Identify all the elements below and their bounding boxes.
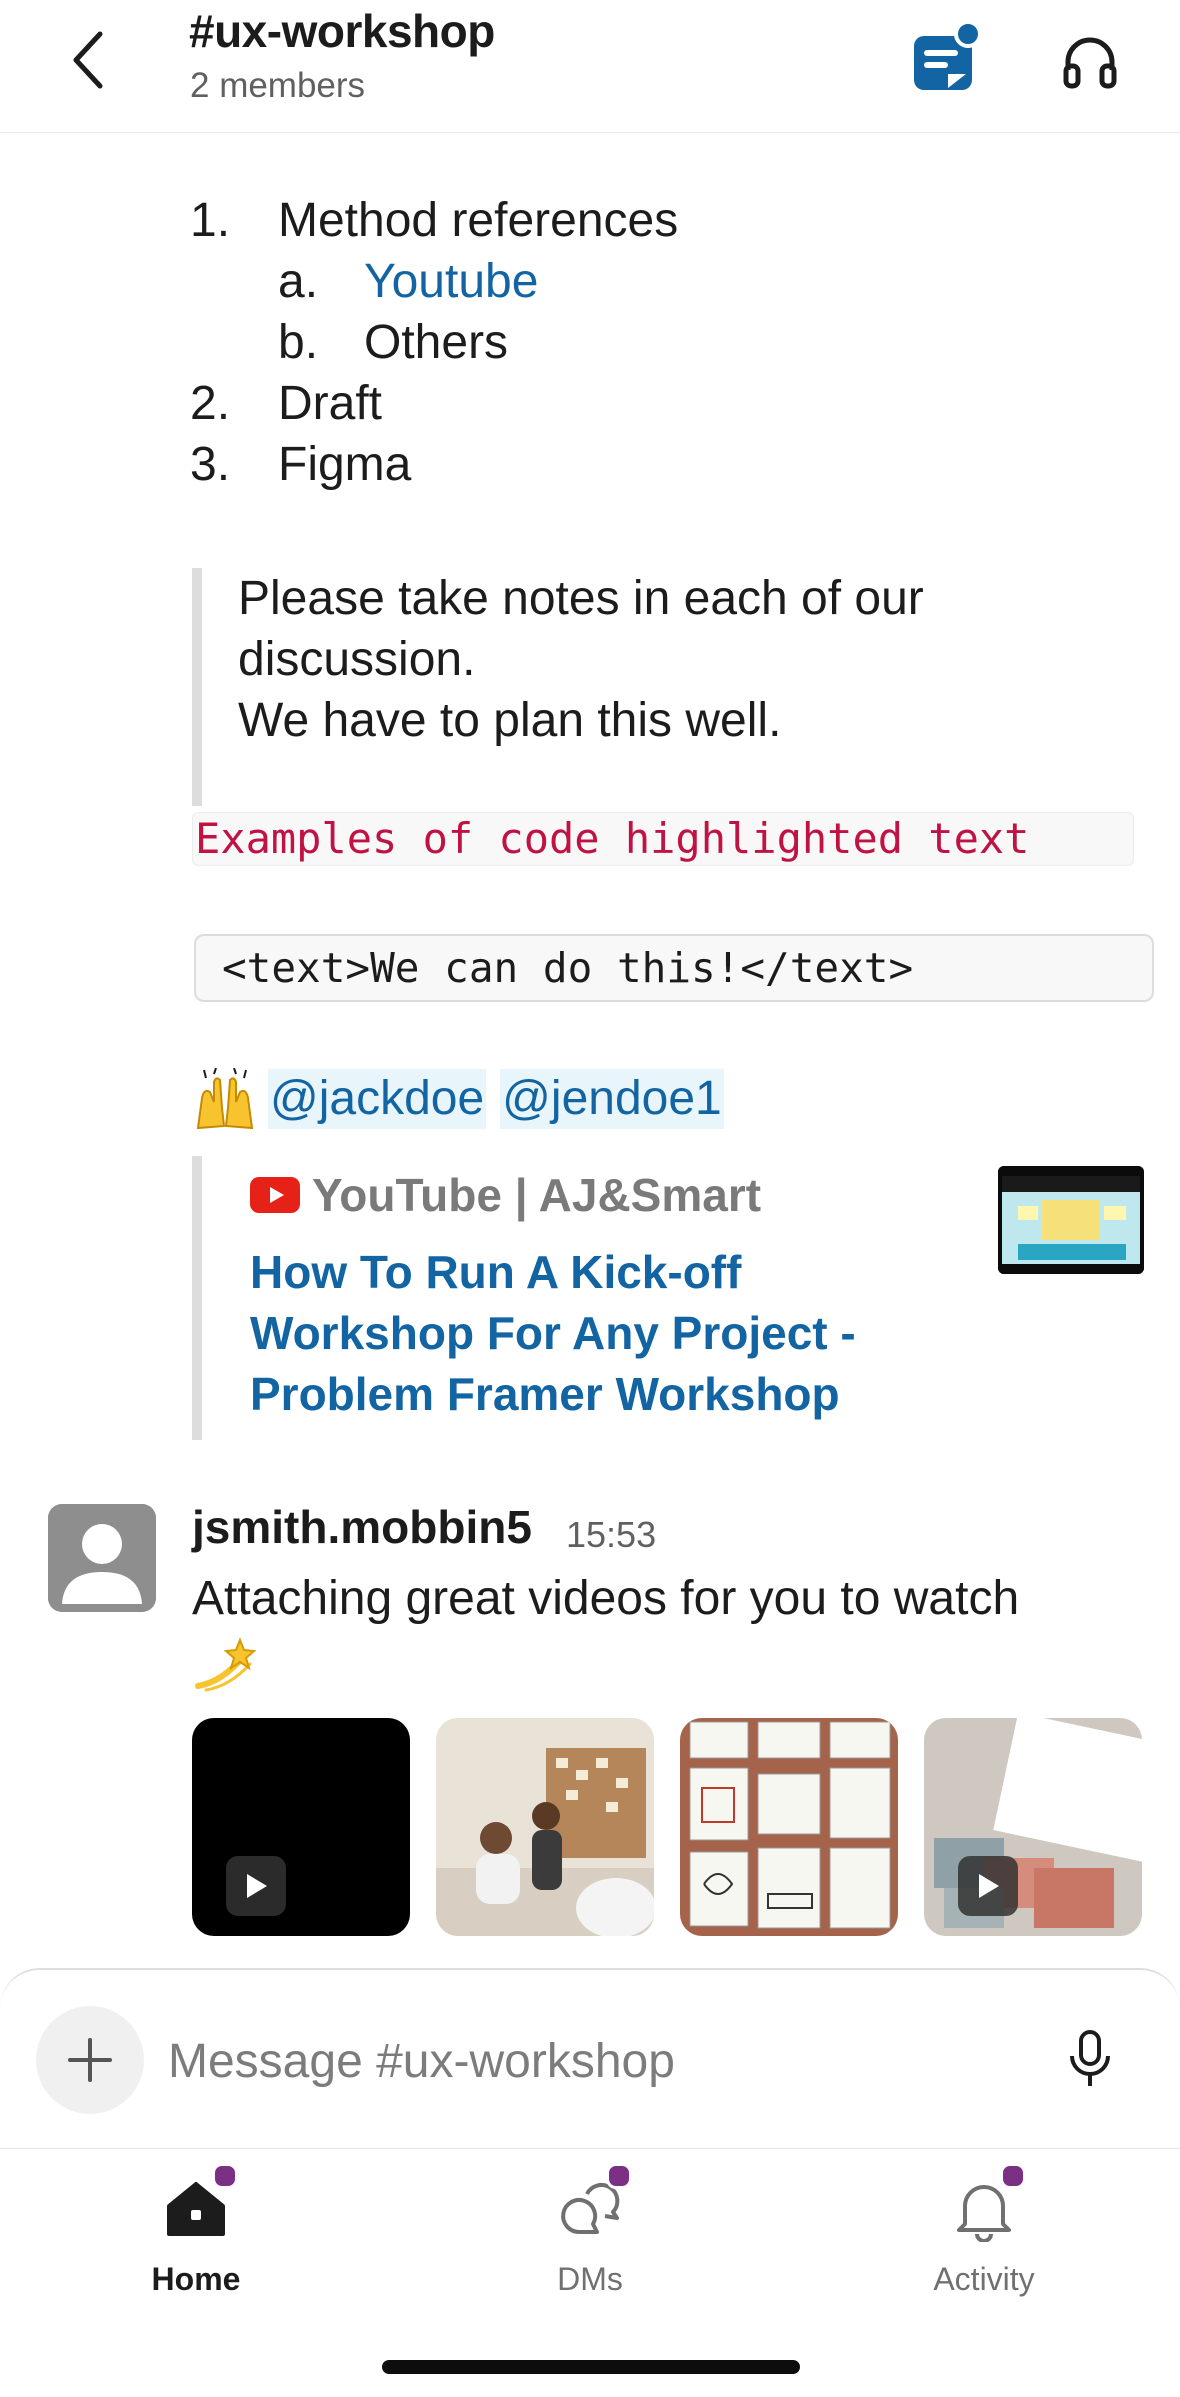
quote-line: We have to plan this well. xyxy=(238,694,782,747)
message-text: Attaching great videos for you to watch xyxy=(192,1572,1020,1625)
tab-home-label: Home xyxy=(151,2261,241,2297)
play-icon[interactable] xyxy=(958,1856,1018,1916)
video-thumbnail-image xyxy=(998,1166,1144,1274)
play-icon[interactable] xyxy=(226,1856,286,1916)
code-block: <text>We can do this!</text> xyxy=(194,934,1154,1002)
avatar[interactable] xyxy=(48,1504,156,1612)
channel-header: #ux-workshop 2 members xyxy=(0,0,1180,133)
home-indicator[interactable] xyxy=(382,2360,800,2374)
image-attachment[interactable] xyxy=(436,1718,654,1936)
image-attachment[interactable] xyxy=(680,1718,898,1936)
unfurl-source-label: YouTube | AJ&Smart xyxy=(312,1169,762,1221)
youtube-icon xyxy=(250,1177,300,1213)
message-timestamp: 15:53 xyxy=(566,1514,657,1555)
raised-hands-emoji-icon xyxy=(196,1068,254,1130)
unfurl-source: YouTube | AJ&Smart xyxy=(250,1168,761,1222)
unfurl-title[interactable]: How To Run A Kick-off Workshop For Any P… xyxy=(250,1242,930,1425)
video-attachment[interactable] xyxy=(192,1718,410,1936)
tab-home[interactable]: Home xyxy=(66,2163,326,2339)
quote-line: Please take notes in each of our xyxy=(238,572,924,625)
user-mention[interactable]: @jackdoe xyxy=(268,1069,487,1129)
office-photo-image xyxy=(436,1718,654,1936)
blockquote: Please take notes in each of our discuss… xyxy=(192,568,1180,806)
dizzy-emoji-icon xyxy=(195,1637,257,1692)
huddle-button[interactable] xyxy=(1050,22,1130,102)
inline-code: Examples of code highlighted text xyxy=(192,812,1134,866)
unread-badge xyxy=(1000,2163,1026,2189)
link-unfurl[interactable]: YouTube | AJ&Smart How To Run A Kick-off… xyxy=(192,1156,1144,1440)
video-attachment[interactable] xyxy=(924,1718,1142,1936)
mention-row: @jackdoe @jendoe1 xyxy=(192,1066,738,1132)
headphones-icon xyxy=(1063,37,1117,89)
swatches-image xyxy=(924,1718,1142,1936)
tab-activity-label: Activity xyxy=(933,2261,1035,2297)
message-input[interactable] xyxy=(166,2020,1010,2102)
plus-icon xyxy=(68,2038,112,2082)
voice-message-button[interactable] xyxy=(1060,2022,1120,2098)
tab-activity[interactable]: Activity xyxy=(854,2163,1114,2339)
back-button[interactable] xyxy=(52,20,124,100)
chevron-left-icon xyxy=(73,31,103,89)
add-attachment-button[interactable] xyxy=(36,2006,144,2114)
message-author[interactable]: jsmith.mobbin5 xyxy=(192,1500,532,1554)
microphone-icon xyxy=(1070,2030,1110,2086)
channel-title[interactable]: #ux-workshop xyxy=(189,4,495,58)
canvas-icon xyxy=(914,20,982,90)
unread-badge xyxy=(212,2163,238,2189)
message-composer xyxy=(0,1968,1180,2150)
youtube-link[interactable]: Youtube xyxy=(364,251,538,312)
unread-badge xyxy=(606,2163,632,2189)
user-mention[interactable]: @jendoe1 xyxy=(500,1069,724,1129)
tab-dms[interactable]: DMs xyxy=(460,2163,720,2339)
sticky-notes-image xyxy=(680,1718,898,1936)
member-count[interactable]: 2 members xyxy=(190,66,365,106)
canvas-button[interactable] xyxy=(900,20,990,100)
default-avatar-icon xyxy=(48,1504,156,1612)
unfurl-thumbnail[interactable] xyxy=(998,1166,1144,1274)
tab-dms-label: DMs xyxy=(557,2261,623,2297)
quote-line: discussion. xyxy=(238,633,476,686)
